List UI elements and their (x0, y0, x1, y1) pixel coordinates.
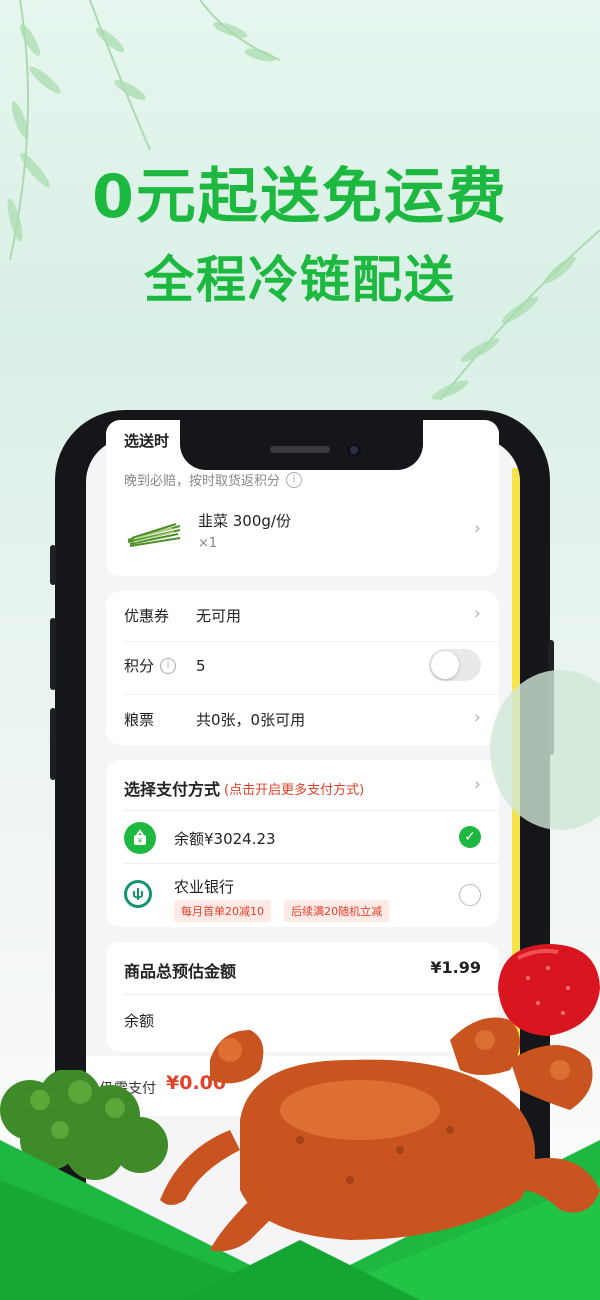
bank-name: 农业银行 (174, 878, 235, 896)
summary-balance-label: 余额 (124, 1012, 155, 1030)
discounts-card: 优惠券 无可用 › 积分 i 5 粮票 共0张，0张可用 › (106, 591, 499, 745)
balance-payment-option[interactable]: ¥ 余额¥3024.23 ✓ (124, 818, 499, 868)
chevron-right-icon: › (473, 707, 481, 728)
info-icon[interactable]: i (160, 657, 177, 674)
phone-speaker (270, 446, 330, 453)
grain-value: 共0张，0张可用 (196, 711, 306, 729)
phone-volume-down (50, 708, 56, 780)
total-value: ¥1.99 (430, 958, 481, 977)
abc-bank-logo-icon (124, 880, 152, 908)
bank-promo-tags: 每月首单20减10 后续满20随机立减 (174, 900, 397, 922)
summary-card: 商品总预估金额 ¥1.99 余额 (106, 942, 499, 1052)
total-row: 商品总预估金额 (124, 958, 481, 982)
phone-camera (347, 443, 361, 457)
wallet-icon: ¥ (124, 822, 156, 854)
phone-power-button (548, 640, 554, 755)
product-row[interactable]: 韭菜 300g/份 ×1 › (124, 504, 481, 564)
points-value: 5 (196, 656, 206, 675)
radio-button[interactable] (459, 884, 481, 906)
abc-bank-payment-option[interactable]: 农业银行 每月首单20减10 后续满20随机立减 (124, 870, 499, 925)
balance-amount: 余额¥3024.23 (174, 830, 276, 848)
promo-tag: 后续满20随机立减 (284, 900, 390, 922)
toggle-knob (431, 651, 459, 679)
payment-card: 选择支付方式 (点击开启更多支付方式) › ¥ 余额¥3024.23 ✓ 农业银… (106, 760, 499, 927)
info-icon[interactable]: i (286, 471, 303, 488)
headline-free-shipping: 0元起送免运费 (92, 162, 508, 232)
points-label: 积分 (124, 657, 155, 675)
product-qty: ×1 (198, 536, 218, 551)
bottom-pay-bar: 仍需支付 ¥0.00 (86, 1056, 520, 1116)
svg-text:¥: ¥ (138, 837, 143, 845)
points-toggle[interactable] (429, 649, 481, 681)
delivery-notice: 晚到必赔，按时取货返积分 i (124, 470, 481, 489)
phone-volume-up (50, 618, 56, 690)
chevron-right-icon: › (473, 603, 481, 624)
promo-tag: 每月首单20减10 (174, 900, 271, 922)
divider (124, 994, 499, 995)
chevron-right-icon: › (473, 518, 481, 539)
chevron-right-icon: › (473, 774, 481, 795)
divider (124, 863, 499, 864)
remaining-value: ¥0.00 (166, 1072, 227, 1094)
payment-method-header[interactable]: 选择支付方式 (点击开启更多支付方式) (124, 776, 481, 800)
check-icon[interactable]: ✓ (459, 826, 481, 848)
divider (124, 694, 499, 695)
delivery-notice-text: 晚到必赔，按时取货返积分 (124, 474, 281, 489)
divider (124, 810, 499, 811)
coupon-label: 优惠券 (124, 607, 170, 625)
coupon-value: 无可用 (196, 607, 242, 625)
remaining-label: 仍需支付 (100, 1081, 156, 1097)
chives-product-image (127, 523, 181, 547)
payment-hint: (点击开启更多支付方式) (224, 782, 365, 798)
divider (124, 641, 499, 642)
headline-cold-chain: 全程冷链配送 (144, 251, 456, 309)
product-name: 韭菜 300g/份 (198, 512, 291, 530)
points-label-wrap: 积分 i (124, 655, 196, 676)
balance-row: 余额 (124, 1010, 481, 1031)
grain-ticket-row[interactable]: 粮票 共0张，0张可用 (124, 709, 481, 730)
total-label: 商品总预估金额 (124, 962, 237, 981)
phone-notch (180, 410, 423, 470)
payment-title: 选择支付方式 (124, 780, 221, 799)
coupon-row[interactable]: 优惠券 无可用 (124, 605, 481, 626)
grain-label: 粮票 (124, 711, 155, 729)
points-row: 积分 i 5 (124, 655, 481, 676)
phone-mute-switch (50, 545, 56, 585)
